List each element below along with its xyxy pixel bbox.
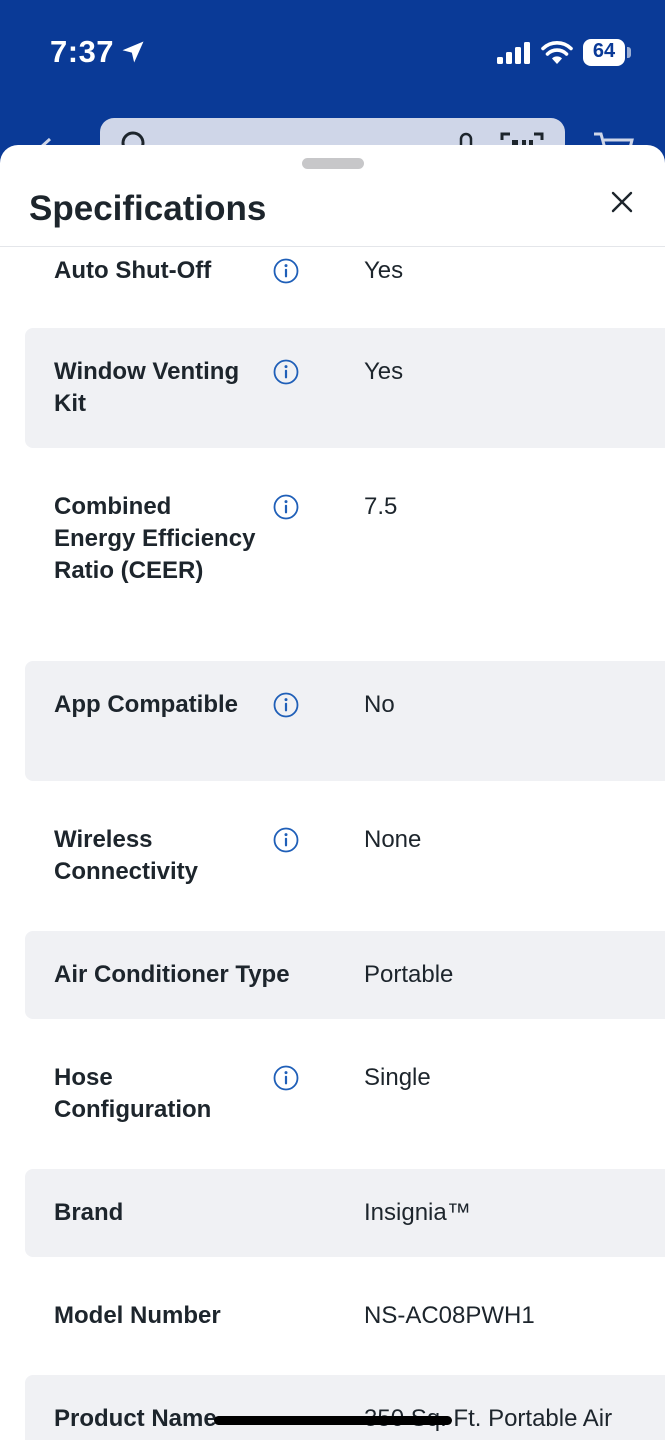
spec-row: Window Venting Kit Yes	[25, 328, 665, 448]
screen: 7:37 64 Specifications Auto Shut-Off Yes…	[0, 0, 665, 1440]
spec-value: 7.5	[364, 493, 398, 520]
battery-level: 64	[592, 40, 616, 62]
spec-value: Portable	[364, 961, 454, 988]
spec-value: None	[364, 826, 422, 853]
spec-row: Hose Configuration Single	[25, 1019, 665, 1169]
spec-value: Yes	[364, 358, 404, 385]
info-icon[interactable]	[273, 359, 299, 385]
spec-row: Wireless Connectivity None	[25, 781, 665, 931]
spec-label: Wireless Connectivity	[54, 826, 199, 885]
close-icon	[611, 191, 633, 213]
home-indicator[interactable]	[214, 1416, 452, 1425]
status-bar: 7:37 64	[0, 0, 665, 110]
sheet-title: Specifications	[29, 189, 267, 228]
background-header	[0, 110, 665, 168]
spec-row: Product Name 350 Sq. Ft. Portable Air	[25, 1375, 665, 1440]
specifications-sheet: Specifications Auto Shut-Off Yes Window …	[0, 145, 665, 1440]
battery-indicator: 64	[583, 39, 631, 66]
battery-tip	[627, 47, 631, 58]
spec-label: Model Number	[54, 1302, 221, 1329]
spec-label: App Compatible	[54, 691, 238, 718]
spec-row: App Compatible No	[25, 661, 665, 781]
spec-value: Insignia™	[364, 1199, 471, 1226]
spec-value: NS-AC08PWH1	[364, 1302, 535, 1329]
wifi-icon	[541, 41, 573, 64]
info-icon[interactable]	[273, 827, 299, 853]
spec-label: Window Venting Kit	[54, 358, 240, 417]
info-icon[interactable]	[273, 494, 299, 520]
spec-label: Hose Configuration	[54, 1064, 212, 1123]
status-time: 7:37	[50, 34, 115, 69]
spec-value: Single	[364, 1064, 431, 1091]
close-button[interactable]	[602, 182, 642, 222]
info-icon[interactable]	[273, 692, 299, 718]
spec-row: Brand Insignia™	[25, 1169, 665, 1257]
spec-label: Air Conditioner Type	[54, 961, 290, 988]
spec-label: Auto Shut-Off	[54, 257, 212, 284]
spec-row: Combined Energy Efficiency Ratio (CEER) …	[25, 448, 665, 661]
info-icon[interactable]	[273, 258, 299, 284]
spec-list: Auto Shut-Off Yes Window Venting Kit Yes	[0, 247, 665, 1440]
spec-value: Yes	[364, 257, 404, 284]
spec-label: Brand	[54, 1199, 124, 1226]
spec-row: Model Number NS-AC08PWH1	[25, 1257, 665, 1375]
cellular-signal-icon	[497, 42, 530, 64]
location-arrow-icon	[122, 41, 144, 63]
spec-row: Auto Shut-Off Yes	[25, 247, 665, 328]
spec-value: No	[364, 691, 395, 718]
info-icon[interactable]	[273, 1065, 299, 1091]
spec-label: Combined Energy Efficiency Ratio (CEER)	[54, 493, 256, 584]
sheet-grabber[interactable]	[302, 158, 364, 169]
spec-row: Air Conditioner Type Portable	[25, 931, 665, 1019]
